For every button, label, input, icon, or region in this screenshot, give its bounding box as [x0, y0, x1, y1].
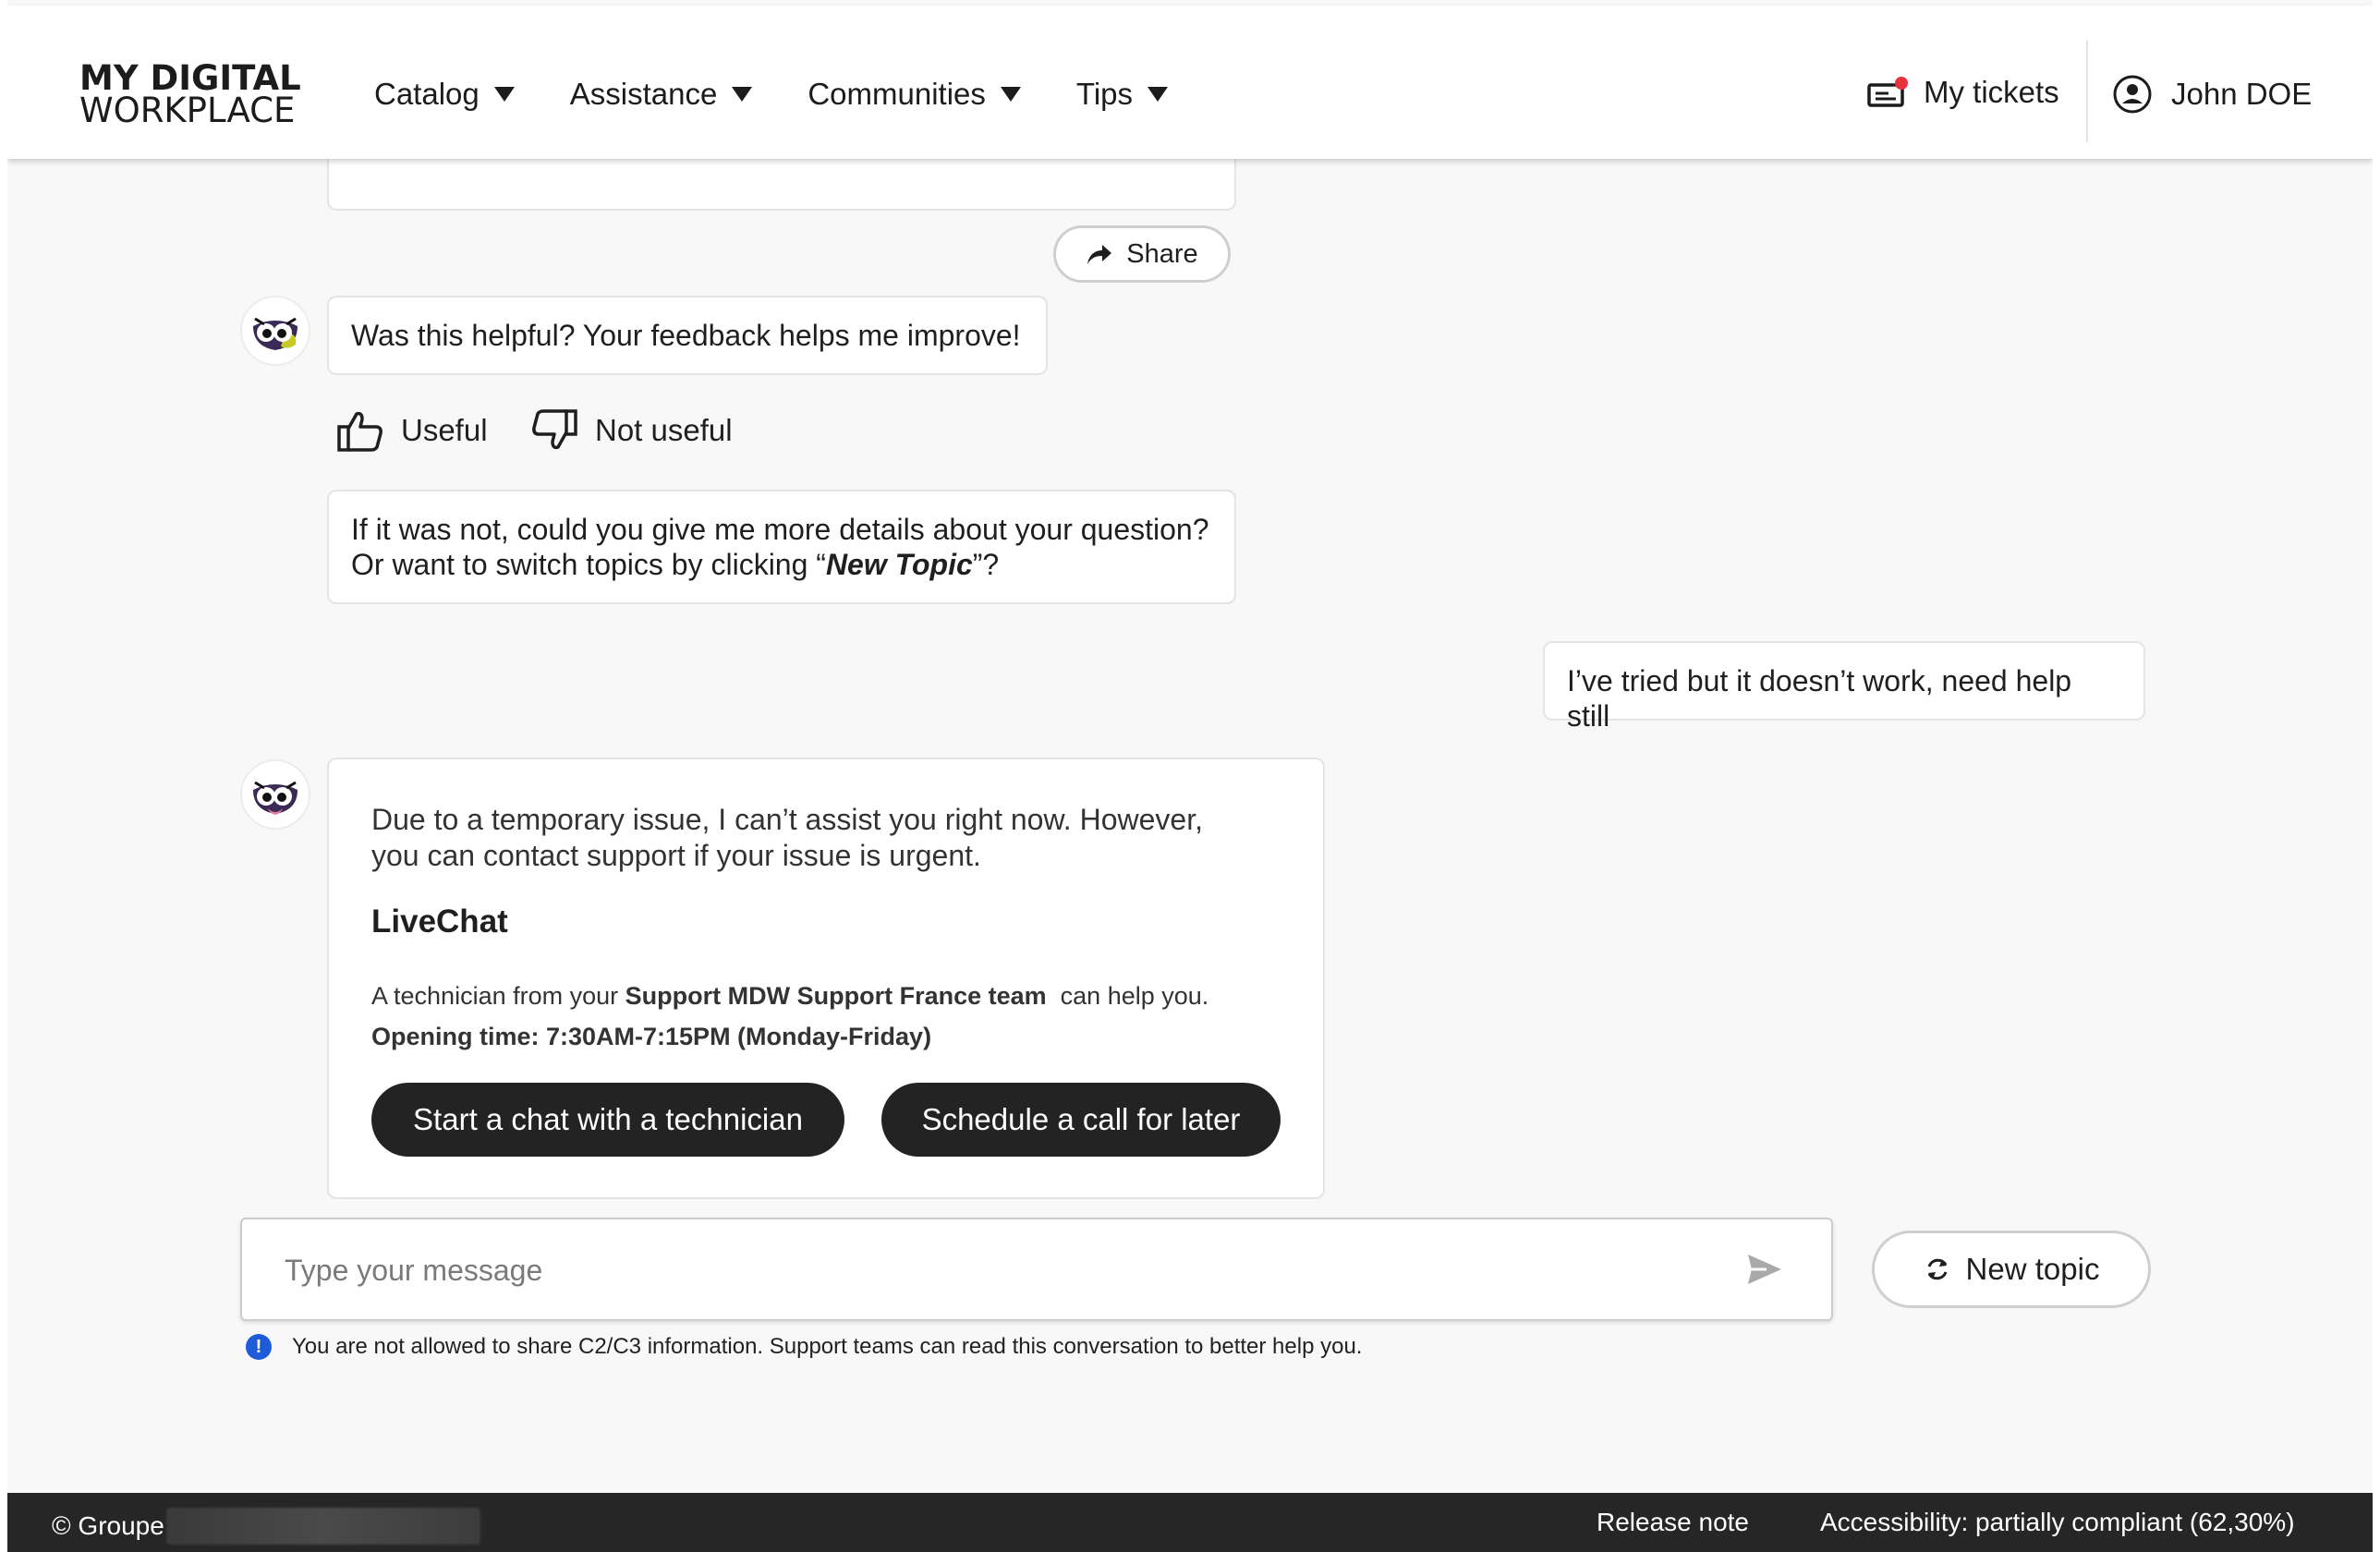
user-name: John DOE [2171, 77, 2313, 111]
technician-prefix: A technician from your [371, 982, 625, 1010]
ticket-icon [1867, 77, 1908, 107]
schedule-call-label: Schedule a call for later [921, 1102, 1241, 1136]
not-useful-label: Not useful [595, 413, 733, 447]
technician-line: A technician from your Support MDW Suppo… [371, 976, 1208, 1016]
main-nav: Catalog Assistance Communities Tips [374, 74, 1223, 115]
support-line-1: Due to a temporary issue, I can’t assist… [371, 803, 1203, 836]
opening-time: Opening time: 7:30AM-7:15PM (Monday-Frid… [371, 1023, 932, 1050]
message-composer [240, 1218, 1833, 1321]
share-label: Share [1126, 238, 1198, 269]
footer: © Groupe Release note Accessibility: par… [7, 1493, 2373, 1552]
technician-team: Support MDW Support France team [625, 982, 1047, 1010]
start-chat-label: Start a chat with a technician [413, 1102, 803, 1136]
refresh-icon [1927, 1258, 1947, 1280]
new-topic-label: New topic [1965, 1252, 2100, 1286]
thumbs-down-icon [532, 409, 577, 450]
schedule-call-button[interactable]: Schedule a call for later [881, 1083, 1281, 1157]
user-message-text: I’ve tried but it doesn’t work, need hel… [1567, 664, 2072, 733]
feedback-question: Was this helpful? Your feedback helps me… [351, 319, 1021, 352]
nav-catalog[interactable]: Catalog [374, 77, 515, 112]
bot-message-feedback: Was this helpful? Your feedback helps me… [327, 296, 1048, 375]
bot-avatar [240, 296, 310, 366]
caret-down-icon [493, 87, 515, 102]
thumbs-up-icon [337, 411, 382, 452]
message-input[interactable] [283, 1243, 1672, 1297]
start-chat-button[interactable]: Start a chat with a technician [371, 1083, 844, 1157]
privacy-notice-text: You are not allowed to share C2/C3 infor… [292, 1334, 1363, 1359]
support-line-2: you can contact support if your issue is… [371, 839, 981, 872]
followup-line-1: If it was not, could you give me more de… [351, 513, 1209, 546]
share-arrow-icon [1087, 245, 1112, 264]
header-divider [2086, 41, 2088, 142]
not-useful-button[interactable]: Not useful [530, 408, 733, 453]
copyright: © Groupe [52, 1508, 480, 1545]
nav-communities-label: Communities [808, 77, 986, 111]
user-message: I’ve tried but it doesn’t work, need hel… [1543, 641, 2145, 733]
logo-line-2: WORKPLACE [79, 91, 296, 130]
my-tickets-label: My tickets [1924, 75, 2059, 109]
send-icon[interactable] [1746, 1253, 1783, 1286]
copyright-text: © Groupe [52, 1511, 164, 1540]
bot-avatar [240, 759, 310, 830]
owl-icon [253, 317, 298, 350]
new-topic-button[interactable]: New topic [1872, 1231, 2151, 1308]
privacy-notice: ! You are not allowed to share C2/C3 inf… [246, 1334, 1362, 1360]
accessibility-link[interactable]: Accessibility: partially compliant (62,3… [1820, 1508, 2295, 1537]
nav-communities[interactable]: Communities [808, 77, 1021, 112]
logo[interactable]: MY DIGITAL WORKPLACE [79, 61, 301, 127]
owl-icon [253, 781, 298, 815]
technician-info: A technician from your Support MDW Suppo… [371, 976, 1208, 1057]
user-menu[interactable]: John DOE [2112, 74, 2312, 115]
top-header: MY DIGITAL WORKPLACE Catalog Assistance … [7, 6, 2373, 159]
nav-assistance[interactable]: Assistance [570, 77, 753, 112]
followup-line-2: Or want to switch topics by clicking “Ne… [351, 547, 1212, 582]
new-topic-emphasis: New Topic [825, 548, 973, 581]
livechat-title: LiveChat [371, 903, 508, 940]
info-icon: ! [246, 1334, 272, 1360]
release-note-link[interactable]: Release note [1597, 1508, 1749, 1537]
nav-assistance-label: Assistance [569, 77, 718, 111]
nav-catalog-label: Catalog [374, 77, 480, 111]
redacted-company-name [165, 1508, 480, 1545]
support-text: Due to a temporary issue, I can’t assist… [371, 802, 1203, 874]
useful-button[interactable]: Useful [336, 408, 488, 453]
nav-tips-label: Tips [1075, 77, 1134, 111]
technician-suffix: can help you. [1046, 982, 1209, 1010]
useful-label: Useful [401, 413, 488, 447]
app: MY DIGITAL WORKPLACE Catalog Assistance … [7, 0, 2373, 1552]
user-avatar-icon [2113, 75, 2152, 114]
followup-line-2-prefix: Or want to switch topics by clicking “ [351, 548, 826, 581]
caret-down-icon [732, 87, 753, 102]
bot-message-followup: If it was not, could you give me more de… [327, 490, 1236, 604]
my-tickets-link[interactable]: My tickets [1866, 74, 2059, 111]
caret-down-icon [1148, 87, 1169, 102]
bot-message-support: Due to a temporary issue, I can’t assist… [327, 758, 1325, 1199]
share-button[interactable]: Share [1053, 225, 1231, 283]
nav-tips[interactable]: Tips [1075, 77, 1169, 112]
caret-down-icon [1000, 87, 1021, 102]
followup-line-2-suffix: ”? [972, 548, 1000, 581]
